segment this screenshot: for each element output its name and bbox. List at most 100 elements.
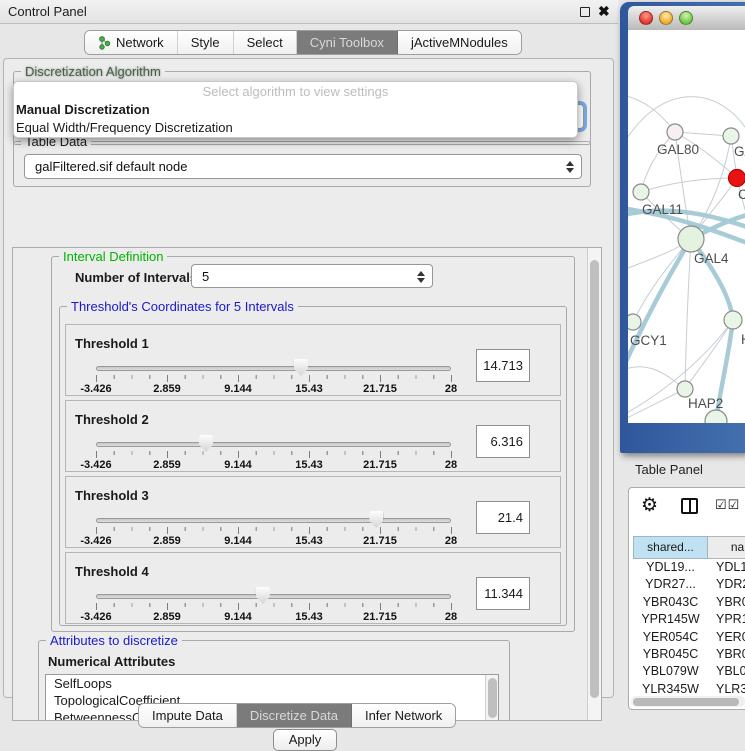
table-row[interactable]: YDL19...YDL1	[633, 559, 745, 576]
scrollbar-thumb[interactable]	[633, 698, 739, 706]
node-label-ga: GA	[734, 144, 745, 159]
network-view-window[interactable]: GAL80 GA C GAL11 GAL4 GCY1 H HAP2	[620, 2, 745, 453]
gear-icon[interactable]: ⚙	[641, 494, 658, 517]
tab-select[interactable]: Select	[234, 31, 297, 54]
tick-label: 21.715	[363, 611, 397, 623]
mac-zoom-button[interactable]	[679, 11, 693, 25]
threshold-1-value-field[interactable]: 14.713	[476, 349, 530, 382]
threshold-2-value-field[interactable]: 6.316	[476, 425, 530, 458]
attributes-scrollbar[interactable]	[485, 675, 498, 721]
table-row[interactable]: YPR145WYPR1	[633, 611, 745, 628]
tick-label: 9.144	[224, 535, 252, 547]
cell[interactable]: YBR043C	[633, 594, 708, 611]
tab-discretize-data[interactable]: Discretize Data	[237, 704, 352, 727]
float-window-icon[interactable]	[580, 7, 590, 17]
cell[interactable]: YER054C	[633, 629, 708, 646]
slider-thumb[interactable]	[369, 511, 383, 528]
apply-button[interactable]: Apply	[273, 729, 337, 751]
node-gal4[interactable]	[678, 226, 704, 252]
node-red-selected[interactable]	[729, 170, 745, 187]
table-data-combobox[interactable]: galFiltered.sif default node	[24, 154, 582, 179]
table-horizontal-scrollbar[interactable]	[631, 696, 745, 707]
node-hap2[interactable]	[677, 381, 693, 397]
threshold-4-slider[interactable]: -3.426 2.859 9.144 15.43 21.715 28	[96, 553, 451, 625]
table-panel-card: ⚙ ☑☑ shared... na YDL19...YDL1 YDR27...Y…	[628, 487, 745, 710]
tab-style[interactable]: Style	[178, 31, 234, 54]
column-header-shared-name[interactable]: shared...	[633, 536, 708, 559]
scrollbar-thumb[interactable]	[590, 260, 599, 698]
column-header-name[interactable]: na	[708, 536, 745, 559]
node-partial[interactable]	[705, 410, 727, 423]
tab-style-label: Style	[191, 35, 220, 50]
threshold-1-slider[interactable]: -3.426 2.859 9.144 15.43 21.715 28	[96, 325, 451, 397]
tab-impute-data[interactable]: Impute Data	[139, 704, 237, 727]
table-row[interactable]: YLR345WYLR3	[633, 681, 745, 695]
tick-label: -3.426	[80, 535, 111, 547]
node-label-gcy1: GCY1	[630, 333, 667, 348]
network-canvas[interactable]: GAL80 GA C GAL11 GAL4 GCY1 H HAP2	[628, 30, 745, 423]
tick-label: -3.426	[80, 611, 111, 623]
threshold-2-slider[interactable]: -3.426 2.859 9.144 15.43 21.715 28	[96, 401, 451, 473]
node-h[interactable]	[724, 311, 742, 329]
table-data-value: galFiltered.sif default node	[35, 159, 187, 174]
mac-minimize-button[interactable]	[659, 11, 673, 25]
cell[interactable]: YBL079W	[633, 663, 708, 680]
cell[interactable]: YBL0	[708, 663, 745, 680]
cell[interactable]: YDL1	[708, 559, 745, 576]
close-icon[interactable]: ✖	[598, 3, 610, 20]
slider-track	[96, 518, 451, 523]
node-gal11[interactable]	[633, 184, 649, 200]
threshold-3-slider[interactable]: -3.426 2.859 9.144 15.43 21.715 28	[96, 477, 451, 549]
cell[interactable]: YER0	[708, 629, 745, 646]
cell[interactable]: YPR1	[708, 611, 745, 628]
number-of-intervals-combobox[interactable]: 5	[191, 264, 433, 288]
cell[interactable]: YBR0	[708, 646, 745, 663]
dropdown-option-equal-width[interactable]: Equal Width/Frequency Discretization	[16, 120, 233, 135]
cell[interactable]: YBR045C	[633, 646, 708, 663]
top-tabbar: Network Style Select Cyni Toolbox jActiv…	[84, 30, 522, 55]
tab-jactivemnodules[interactable]: jActiveMNodules	[398, 31, 521, 54]
cell[interactable]: YDR27...	[633, 576, 708, 593]
dropdown-option-manual-discretization[interactable]: Manual Discretization	[16, 102, 150, 117]
tab-infer-network[interactable]: Infer Network	[352, 704, 455, 727]
slider-thumb[interactable]	[199, 435, 213, 452]
table-row[interactable]: YDR27...YDR2	[633, 576, 745, 593]
threshold-4-value-field[interactable]: 11.344	[476, 577, 530, 610]
tick-label: 15.43	[295, 535, 323, 547]
cell[interactable]: YLR345W	[633, 681, 708, 695]
mac-close-button[interactable]	[639, 11, 653, 25]
tab-jactive-label: jActiveMNodules	[411, 35, 508, 50]
table-row[interactable]: YER054CYER0	[633, 629, 745, 646]
scrollbar-thumb[interactable]	[488, 678, 497, 718]
tab-network[interactable]: Network	[85, 31, 178, 54]
threshold-2-value: 6.316	[490, 434, 523, 449]
select-columns-icons[interactable]: ☑☑	[715, 497, 740, 513]
threshold-3-value-field[interactable]: 21.4	[476, 501, 530, 534]
node-ga[interactable]	[723, 128, 739, 144]
node-label-gal11: GAL11	[642, 202, 683, 217]
cell[interactable]: YBR0	[708, 594, 745, 611]
node-gal80[interactable]	[667, 124, 683, 140]
slider-thumb[interactable]	[294, 359, 308, 376]
tick-label: 9.144	[224, 383, 252, 395]
table-row[interactable]: YBL079WYBL0	[633, 663, 745, 680]
tick-label: 9.144	[224, 611, 252, 623]
table-row[interactable]: YBR045CYBR0	[633, 646, 745, 663]
cell[interactable]: YPR145W	[633, 611, 708, 628]
table-row[interactable]: YBR043CYBR0	[633, 594, 745, 611]
cyni-toolbox-panel: Discretization Algorithm Table Data galF…	[3, 58, 614, 698]
list-item[interactable]: SelfLoops	[46, 675, 498, 692]
cell[interactable]: YDL19...	[633, 559, 708, 576]
tab-infer-label: Infer Network	[365, 708, 442, 723]
tab-cyni-toolbox[interactable]: Cyni Toolbox	[297, 31, 398, 54]
slider-track	[96, 442, 451, 447]
slider-thumb[interactable]	[256, 587, 270, 604]
split-view-icon[interactable]	[681, 498, 698, 514]
cell[interactable]: YDR2	[708, 576, 745, 593]
node-label-gal80: GAL80	[657, 142, 699, 157]
panel-vertical-scrollbar[interactable]	[587, 248, 601, 720]
node-gcy1[interactable]	[628, 314, 641, 330]
table-panel-title: Table Panel	[635, 462, 703, 477]
cell[interactable]: YLR3	[708, 681, 745, 695]
network-window-titlebar[interactable]	[628, 6, 745, 30]
